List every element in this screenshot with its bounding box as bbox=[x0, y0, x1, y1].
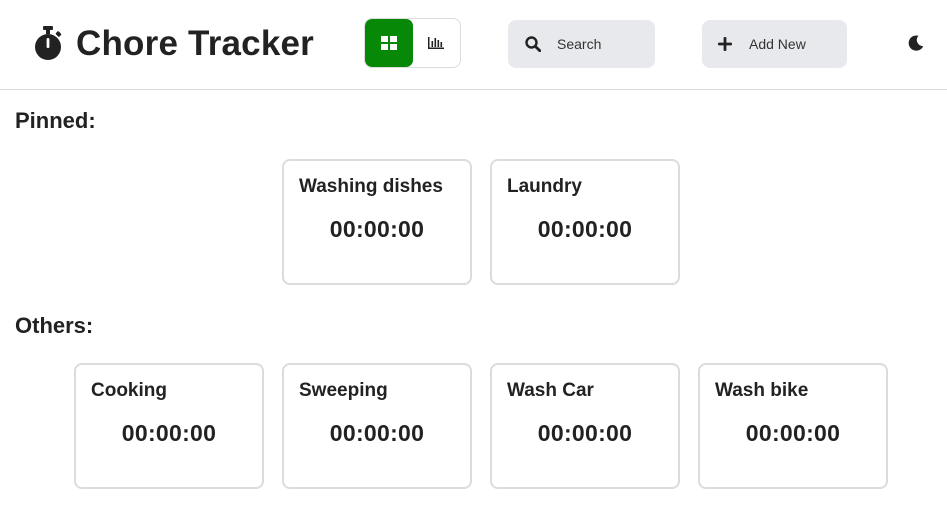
chore-timer: 00:00:00 bbox=[745, 420, 841, 446]
chore-card[interactable]: Sweeping 00:00:00 bbox=[282, 363, 472, 489]
add-new-button[interactable]: Add New bbox=[702, 20, 847, 68]
grid-view-button[interactable] bbox=[365, 19, 413, 67]
chore-name: Washing dishes bbox=[299, 176, 443, 197]
chore-name: Wash Car bbox=[507, 380, 594, 401]
others-heading: Others: bbox=[15, 313, 94, 338]
chore-timer: 00:00:00 bbox=[537, 216, 633, 242]
plus-icon bbox=[718, 37, 732, 51]
chore-timer: 00:00:00 bbox=[121, 420, 217, 446]
chore-card[interactable]: Wash bike 00:00:00 bbox=[698, 363, 888, 489]
theme-toggle-button[interactable] bbox=[905, 32, 927, 54]
app-title: Chore Tracker bbox=[76, 24, 314, 63]
view-toggle bbox=[364, 18, 461, 68]
chore-card[interactable]: Laundry 00:00:00 bbox=[490, 159, 680, 285]
add-new-label: Add New bbox=[749, 36, 806, 52]
bar-chart-icon bbox=[428, 37, 445, 49]
chore-name: Sweeping bbox=[299, 380, 388, 401]
search-icon bbox=[525, 36, 541, 52]
chore-name: Laundry bbox=[507, 176, 582, 197]
chore-timer: 00:00:00 bbox=[537, 420, 633, 446]
chore-card[interactable]: Wash Car 00:00:00 bbox=[490, 363, 680, 489]
app-header: Chore Tracker Search Add New bbox=[0, 0, 947, 90]
stopwatch-icon bbox=[35, 26, 62, 60]
search-button[interactable]: Search bbox=[508, 20, 655, 68]
chore-name: Wash bike bbox=[715, 380, 809, 401]
pinned-heading: Pinned: bbox=[15, 108, 96, 133]
chore-name: Cooking bbox=[91, 380, 167, 401]
moon-icon bbox=[908, 35, 924, 51]
chore-card[interactable]: Washing dishes 00:00:00 bbox=[282, 159, 472, 285]
brand: Chore Tracker bbox=[33, 22, 314, 66]
chore-timer: 00:00:00 bbox=[329, 216, 425, 242]
chore-timer: 00:00:00 bbox=[329, 420, 425, 446]
grid-icon bbox=[380, 36, 397, 50]
chore-card[interactable]: Cooking 00:00:00 bbox=[74, 363, 264, 489]
search-label: Search bbox=[557, 36, 602, 52]
chart-view-button[interactable] bbox=[413, 19, 461, 67]
